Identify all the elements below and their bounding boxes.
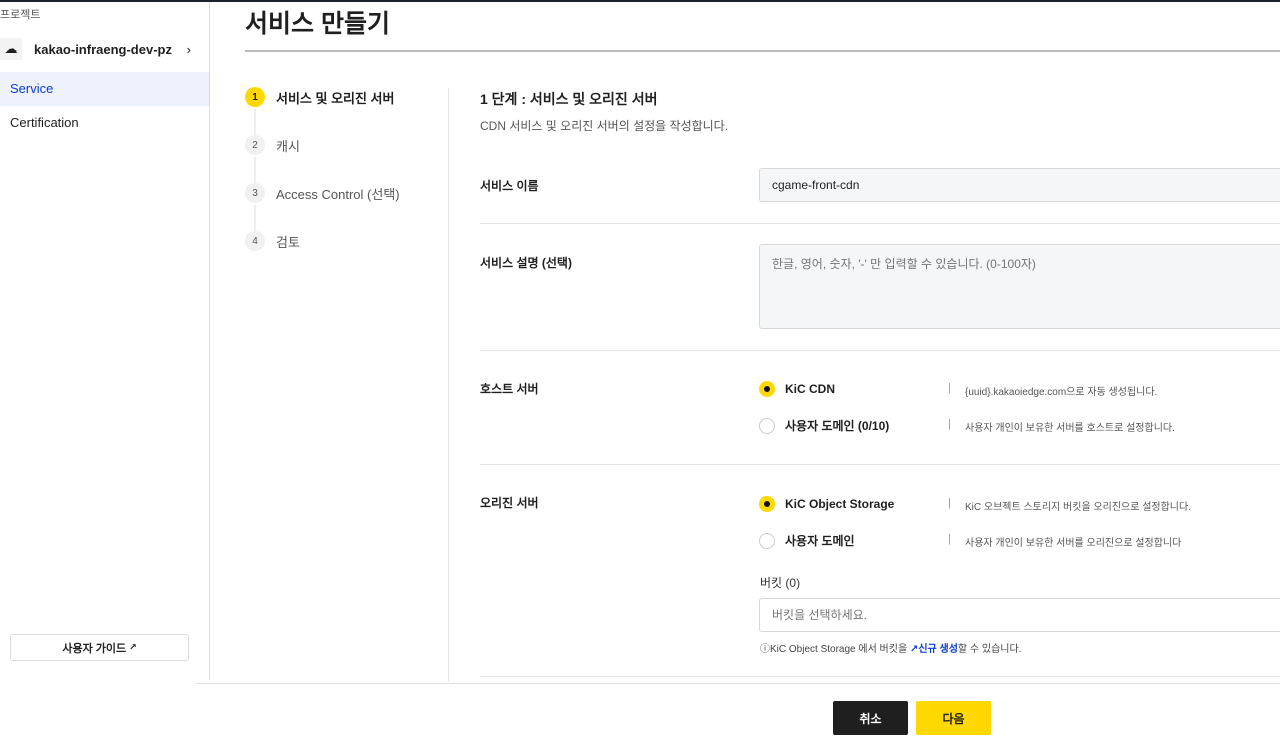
step-subheading: CDN 서비스 및 오리진 서버의 설정을 작성합니다. — [480, 119, 729, 133]
radio-label: KiC Object Storage — [785, 497, 895, 511]
bucket-help: ⓘKiC Object Storage 에서 버킷을 ↗신규 생성할 수 있습니… — [760, 640, 1021, 655]
cloud-icon: ☁ — [0, 38, 22, 60]
service-name-label: 서비스 이름 — [480, 179, 539, 193]
service-name-input[interactable] — [759, 168, 1280, 202]
radio-label: 사용자 도메인 (0/10) — [785, 419, 890, 433]
footer-divider — [196, 683, 1280, 684]
create-bucket-link[interactable]: ↗신규 생성 — [910, 644, 958, 655]
radio-label: KiC CDN — [785, 382, 835, 396]
chevron-right-icon: › — [186, 41, 191, 57]
option-desc: {uuid}.kakaoiedge.com으로 자동 생성됩니다. — [965, 387, 1158, 398]
steps-divider — [448, 88, 449, 681]
cancel-button[interactable]: 취소 — [833, 701, 908, 735]
separator: | — [948, 533, 951, 545]
row-divider — [480, 676, 1280, 677]
option-desc: 사용자 개인이 보유한 서버를 오리진으로 설정합니다 — [965, 538, 1182, 549]
host-radio-kic-cdn[interactable]: KiC CDN — [759, 381, 835, 397]
step-3[interactable]: 3 Access Control (선택) — [245, 183, 400, 203]
service-desc-label: 서비스 설명 (선택) — [480, 256, 572, 270]
step-connector — [254, 109, 256, 137]
bucket-select[interactable] — [759, 598, 1280, 632]
host-radio-user-domain[interactable]: 사용자 도메인 (0/10) — [759, 417, 889, 434]
radio-checked[interactable] — [759, 496, 775, 512]
option-desc: 사용자 개인이 보유한 서버를 호스트로 설정합니다. — [965, 423, 1175, 434]
step-label: 서비스 및 오리진 서버 — [276, 90, 395, 106]
step-2[interactable]: 2 캐시 — [245, 135, 300, 155]
page-title: 서비스 만들기 — [245, 10, 390, 38]
next-button[interactable]: 다음 — [916, 701, 991, 735]
row-divider — [480, 350, 1280, 351]
sidebar-item-service[interactable]: Service — [0, 72, 209, 106]
origin-radio-user-domain[interactable]: 사용자 도메인 — [759, 532, 855, 549]
radio-unchecked[interactable] — [759, 532, 775, 549]
step-label: 캐시 — [276, 138, 300, 154]
bucket-label: 버킷 (0) — [760, 576, 801, 590]
user-guide-label: 사용자 가이드 — [62, 642, 127, 655]
origin-server-label: 오리진 서버 — [480, 496, 539, 510]
title-divider — [245, 50, 1280, 52]
radio-unchecked[interactable] — [759, 417, 775, 434]
step-label: Access Control (선택) — [276, 186, 400, 202]
option-desc: KiC 오브젝트 스토리지 버킷을 오리진으로 설정합니다. — [965, 502, 1191, 513]
radio-checked[interactable] — [759, 381, 775, 397]
step-4[interactable]: 4 검토 — [245, 231, 300, 251]
project-name: kakao-infraeng-dev-pz — [34, 41, 172, 57]
row-divider — [480, 464, 1280, 465]
radio-label: 사용자 도메인 — [785, 534, 855, 548]
separator: | — [948, 497, 951, 509]
separator: | — [948, 382, 951, 394]
step-heading: 1 단계 : 서비스 및 오리진 서버 — [480, 91, 658, 107]
help-text: KiC Object Storage 에서 버킷을 — [770, 644, 908, 655]
step-number: 4 — [245, 231, 265, 251]
project-label: 프로젝트 — [0, 9, 41, 21]
external-link-icon: ↗ — [129, 642, 137, 652]
link-text: 신규 생성 — [918, 644, 958, 655]
row-divider — [480, 223, 1280, 224]
service-desc-textarea[interactable] — [759, 244, 1280, 329]
step-number: 2 — [245, 135, 265, 155]
step-connector — [254, 157, 256, 185]
info-icon: ⓘ — [760, 644, 770, 655]
step-connector — [254, 205, 256, 233]
origin-radio-object-storage[interactable]: KiC Object Storage — [759, 496, 894, 512]
user-guide-button[interactable]: 사용자 가이드 ↗ — [10, 634, 189, 661]
step-number: 3 — [245, 183, 265, 203]
help-text: 할 수 있습니다. — [957, 644, 1022, 655]
host-server-label: 호스트 서버 — [480, 382, 539, 396]
step-label: 검토 — [276, 234, 300, 250]
step-number: 1 — [245, 87, 265, 107]
sidebar-item-certification[interactable]: Certification — [0, 106, 209, 140]
step-1[interactable]: 1 서비스 및 오리진 서버 — [245, 87, 394, 107]
project-selector[interactable]: ☁ kakao-infraeng-dev-pz › — [0, 34, 209, 64]
separator: | — [948, 418, 951, 430]
